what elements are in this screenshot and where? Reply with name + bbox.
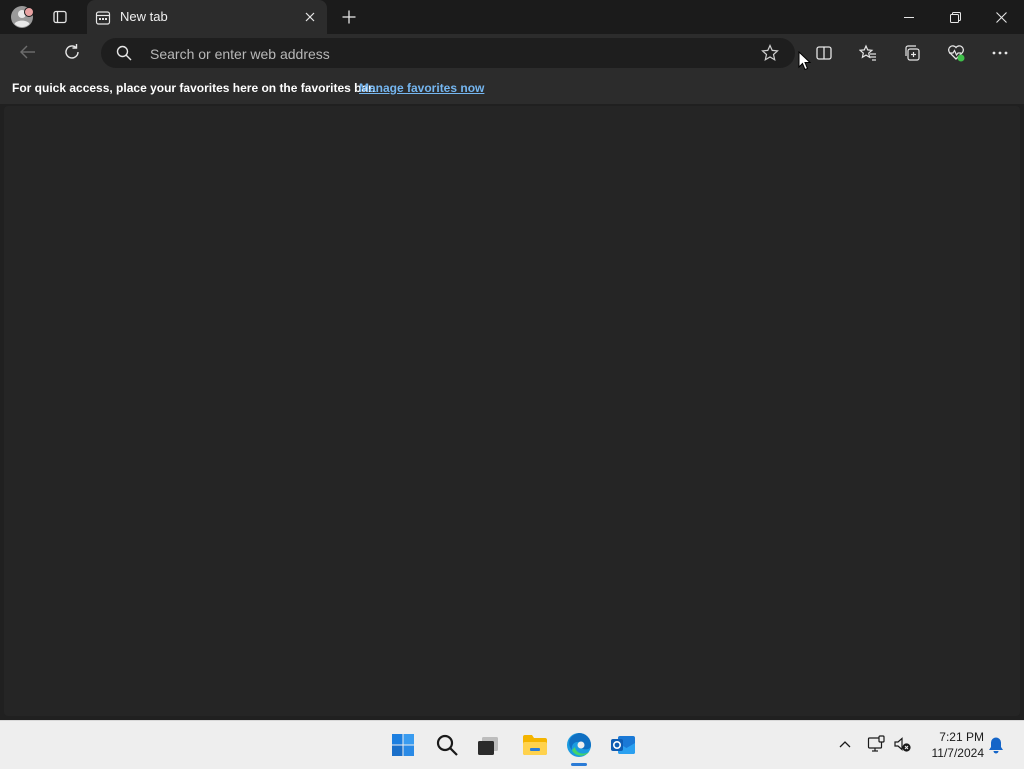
title-bar: New tab	[0, 0, 1024, 34]
plus-icon	[342, 10, 356, 24]
refresh-icon	[65, 44, 79, 59]
clock-time: 7:21 PM	[939, 730, 984, 744]
heart-pulse-icon	[948, 45, 965, 62]
restore-button[interactable]	[932, 0, 978, 34]
folder-icon	[523, 735, 547, 755]
minimize-button[interactable]	[886, 0, 932, 34]
edge-taskbar-button[interactable]	[563, 729, 595, 761]
address-input[interactable]	[148, 42, 742, 66]
arrow-left-icon	[20, 45, 35, 59]
task-view-button[interactable]	[472, 729, 504, 761]
task-view-icon	[478, 737, 498, 755]
network-icon[interactable]	[866, 734, 886, 754]
star-icon[interactable]	[761, 44, 779, 62]
profile-avatar-icon[interactable]	[8, 4, 36, 30]
collections-icon	[905, 45, 920, 61]
taskbar-search-button[interactable]	[431, 729, 463, 761]
tab-new-tab[interactable]: New tab	[87, 0, 327, 34]
clock-date: 11/7/2024	[931, 746, 985, 760]
split-screen-button[interactable]	[810, 39, 838, 67]
show-hidden-icons-button[interactable]	[836, 735, 854, 753]
file-explorer-button[interactable]	[519, 729, 551, 761]
new-tab-page-icon	[95, 10, 111, 26]
volume-mute-icon[interactable]	[892, 734, 912, 754]
browser-toolbar	[0, 34, 1024, 72]
notifications-button[interactable]	[986, 735, 1006, 755]
close-icon[interactable]	[301, 8, 319, 26]
taskbar: 7:21 PM 11/7/2024	[0, 720, 1024, 769]
outlook-taskbar-button[interactable]	[607, 729, 639, 761]
start-button[interactable]	[387, 729, 419, 761]
system-clock[interactable]: 7:21 PM 11/7/2024	[914, 729, 985, 761]
refresh-button[interactable]	[58, 38, 86, 66]
restore-icon	[949, 11, 961, 23]
favorites-button[interactable]	[854, 39, 882, 67]
minimize-icon	[904, 17, 914, 18]
active-app-indicator	[571, 763, 587, 766]
close-window-button[interactable]	[978, 0, 1024, 34]
chevron-up-icon	[839, 741, 851, 748]
manage-favorites-link[interactable]: Manage favorites now	[359, 81, 484, 95]
favorites-icon	[859, 44, 876, 61]
back-button[interactable]	[14, 38, 42, 66]
search-icon	[116, 45, 132, 61]
windows-start-icon	[392, 734, 414, 756]
profile-notification-dot	[24, 7, 34, 17]
more-button[interactable]	[986, 39, 1014, 67]
tab-actions-icon[interactable]	[46, 5, 74, 29]
favorites-bar: For quick access, place your favorites h…	[0, 72, 1024, 104]
split-screen-icon	[816, 46, 832, 60]
bell-icon	[989, 737, 1003, 754]
favorites-bar-message: For quick access, place your favorites h…	[12, 81, 376, 95]
address-bar[interactable]	[101, 38, 795, 68]
search-icon	[436, 734, 458, 756]
close-icon	[995, 11, 1007, 23]
browser-essentials-button[interactable]	[942, 39, 970, 67]
tab-title: New tab	[120, 9, 168, 24]
mouse-cursor-icon	[798, 51, 812, 71]
edge-icon	[567, 733, 591, 757]
page-content	[4, 106, 1020, 716]
more-icon	[992, 51, 1008, 55]
collections-button[interactable]	[898, 39, 926, 67]
outlook-icon	[611, 736, 635, 754]
new-tab-button[interactable]	[337, 5, 361, 29]
